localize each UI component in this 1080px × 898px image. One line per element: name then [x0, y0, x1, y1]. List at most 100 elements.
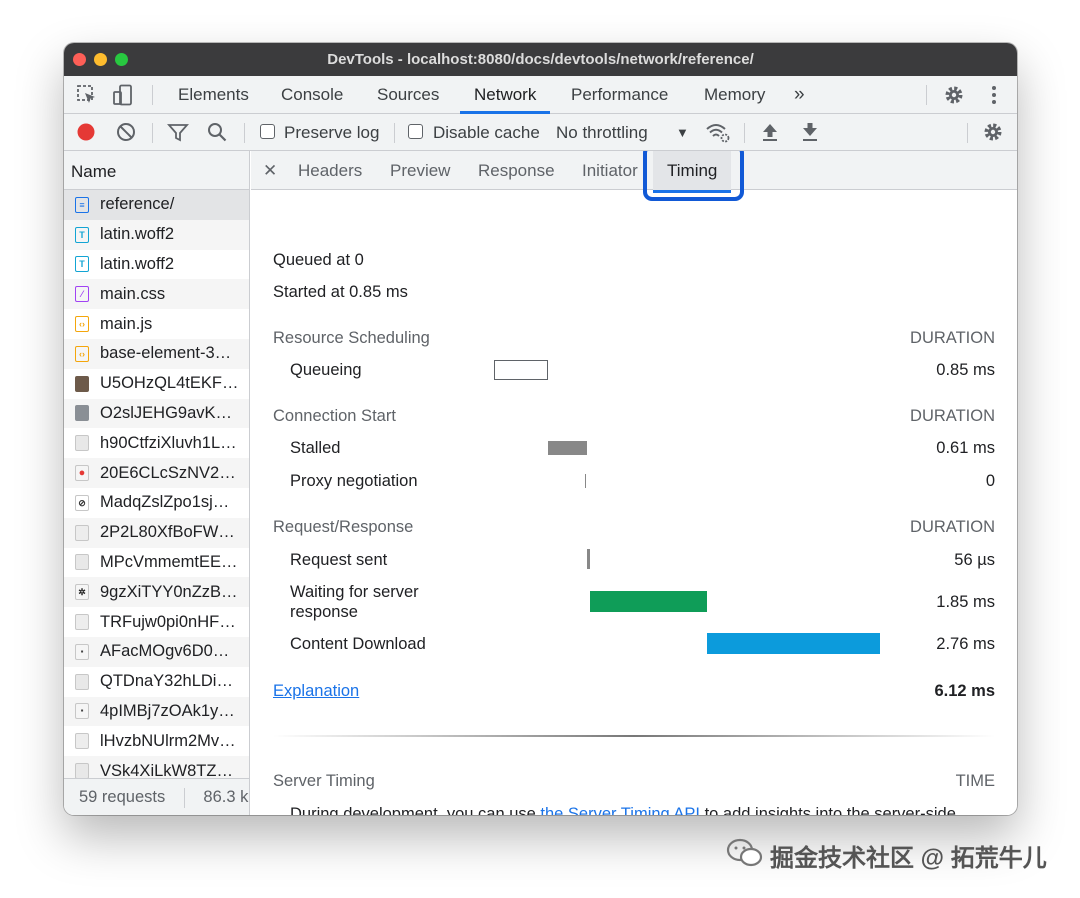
throttling-select[interactable]: No throttling	[556, 114, 648, 151]
tab-response[interactable]: Response	[478, 151, 555, 190]
image-thumbnail-icon	[75, 763, 89, 780]
script-file-icon: ‹›	[75, 316, 89, 333]
request-summary-status-bar: 59 requests 86.3 kI	[64, 778, 249, 815]
request-list-panel: Name ≡ reference/ T latin.woff2 T latin.…	[64, 151, 250, 815]
devtools-window: DevTools - localhost:8080/docs/devtools/…	[64, 43, 1017, 815]
queued-at: Queued at 0	[273, 251, 364, 269]
image-thumbnail-icon: ▪	[75, 643, 89, 660]
timing-row-value: 56 µs	[954, 551, 995, 569]
close-detail-icon[interactable]: ✕	[263, 151, 277, 190]
section-title: Connection Start	[273, 407, 396, 425]
request-name: main.css	[100, 284, 166, 303]
duration-header: DURATION	[910, 518, 995, 536]
request-row[interactable]: O2slJEHG9avK…	[64, 398, 249, 429]
tab-network[interactable]: Network	[460, 76, 551, 114]
network-settings-gear-icon[interactable]	[982, 121, 1004, 143]
explanation-link[interactable]: Explanation	[273, 682, 359, 701]
timing-row-label: Proxy negotiation	[290, 472, 418, 490]
name-column-header[interactable]: Name	[64, 151, 249, 190]
image-thumbnail-icon: ●	[75, 465, 89, 482]
request-row[interactable]: ‹› base-element-3…	[64, 338, 249, 369]
search-icon[interactable]	[206, 121, 228, 143]
request-sent-bar	[587, 549, 590, 569]
tab-memory[interactable]: Memory	[704, 76, 765, 114]
request-name: O2slJEHG9avK…	[100, 403, 233, 422]
duration-header: DURATION	[910, 329, 995, 347]
disable-cache-label: Disable cache	[433, 123, 540, 142]
request-row[interactable]: ▪ 4pIMBj7zOAk1y…	[64, 696, 249, 727]
content-download-bar	[707, 633, 880, 654]
request-row[interactable]: lHvzbNUlrm2Mv…	[64, 726, 249, 756]
main-tab-bar: Elements Console Sources Network Perform…	[64, 76, 1017, 114]
more-options-kebab-icon[interactable]	[983, 84, 1005, 106]
request-row[interactable]: U5OHzQL4tEKF…	[64, 369, 249, 399]
image-thumbnail-icon	[75, 524, 89, 541]
request-row[interactable]: ⊘ MadqZslZpo1sj…	[64, 488, 249, 518]
request-name: base-element-3…	[100, 344, 232, 363]
maximize-window-button[interactable]	[115, 53, 128, 66]
request-row[interactable]: T latin.woff2	[64, 250, 249, 280]
request-row[interactable]: ▪ AFacMOgv6D0…	[64, 636, 249, 667]
request-name: 20E6CLcSzNV2…	[100, 463, 236, 482]
network-conditions-wifi-icon[interactable]	[705, 121, 730, 143]
throttling-dropdown-icon[interactable]: ▼	[676, 114, 689, 151]
tab-elements[interactable]: Elements	[178, 76, 249, 114]
request-row[interactable]: ≡ reference/	[64, 190, 249, 220]
tab-preview[interactable]: Preview	[390, 151, 450, 190]
clear-icon[interactable]	[115, 121, 137, 143]
image-thumbnail-icon: ✲	[75, 584, 89, 601]
record-icon[interactable]	[75, 121, 97, 143]
tab-initiator[interactable]: Initiator	[582, 151, 638, 190]
divider	[152, 123, 153, 143]
request-row[interactable]: MPcVmmemtEE…	[64, 548, 249, 578]
tab-performance[interactable]: Performance	[571, 76, 668, 114]
divider	[967, 123, 968, 143]
import-har-upload-icon[interactable]	[759, 121, 781, 143]
disable-cache-checkbox[interactable]	[408, 124, 423, 139]
tab-headers[interactable]: Headers	[298, 151, 362, 190]
filter-icon[interactable]	[167, 121, 189, 143]
tab-console[interactable]: Console	[281, 76, 343, 114]
proxy-negotiation-bar	[585, 474, 586, 488]
more-tabs-chevron-icon[interactable]: »	[794, 76, 805, 114]
image-thumbnail-icon	[75, 673, 89, 690]
server-timing-api-link[interactable]: the Server Timing API	[540, 805, 700, 815]
request-name: 4pIMBj7zOAk1y…	[100, 701, 235, 720]
request-row[interactable]: ⁄ main.css	[64, 279, 249, 310]
title-bar: DevTools - localhost:8080/docs/devtools/…	[64, 43, 1017, 76]
export-har-download-icon[interactable]	[799, 121, 821, 143]
image-thumbnail-icon	[75, 733, 89, 750]
request-name: MadqZslZpo1sj…	[100, 493, 230, 512]
request-row[interactable]: ‹› main.js	[64, 309, 249, 339]
settings-gear-icon[interactable]	[943, 84, 965, 106]
timing-row-label: Content Download	[290, 635, 426, 653]
device-toolbar-icon[interactable]	[112, 84, 134, 106]
timing-row-value: 0	[985, 472, 995, 490]
server-timing-title: Server Timing	[273, 772, 375, 790]
stylesheet-file-icon: ⁄	[75, 286, 89, 303]
preserve-log-label: Preserve log	[284, 123, 380, 142]
request-row[interactable]: 2P2L80XfBoFW…	[64, 517, 249, 548]
inspect-element-icon[interactable]	[76, 84, 98, 106]
preserve-log-checkbox[interactable]	[260, 124, 275, 139]
image-thumbnail-icon	[75, 554, 89, 571]
timing-row-label-continued: response	[290, 603, 358, 621]
request-row[interactable]: h90CtfziXluvh1L…	[64, 428, 249, 458]
total-duration: 6.12 ms	[934, 682, 995, 700]
font-file-icon: T	[75, 226, 89, 243]
image-thumbnail-icon: ▪	[75, 703, 89, 720]
divider	[394, 123, 395, 143]
request-row[interactable]: QTDnaY32hLDi…	[64, 667, 249, 697]
timing-row-value: 0.61 ms	[936, 439, 995, 457]
timing-tab-highlight-outline	[643, 151, 744, 201]
close-window-button[interactable]	[73, 53, 86, 66]
tab-sources[interactable]: Sources	[377, 76, 439, 114]
timing-row-value: 1.85 ms	[936, 593, 995, 611]
request-row[interactable]: T latin.woff2	[64, 219, 249, 250]
request-row[interactable]: ● 20E6CLcSzNV2…	[64, 458, 249, 488]
minimize-window-button[interactable]	[94, 53, 107, 66]
duration-header: DURATION	[910, 407, 995, 425]
request-row[interactable]: ✲ 9gzXiTYY0nZzB…	[64, 577, 249, 608]
divider	[244, 123, 245, 143]
request-row[interactable]: TRFujw0pi0nHF…	[64, 607, 249, 637]
